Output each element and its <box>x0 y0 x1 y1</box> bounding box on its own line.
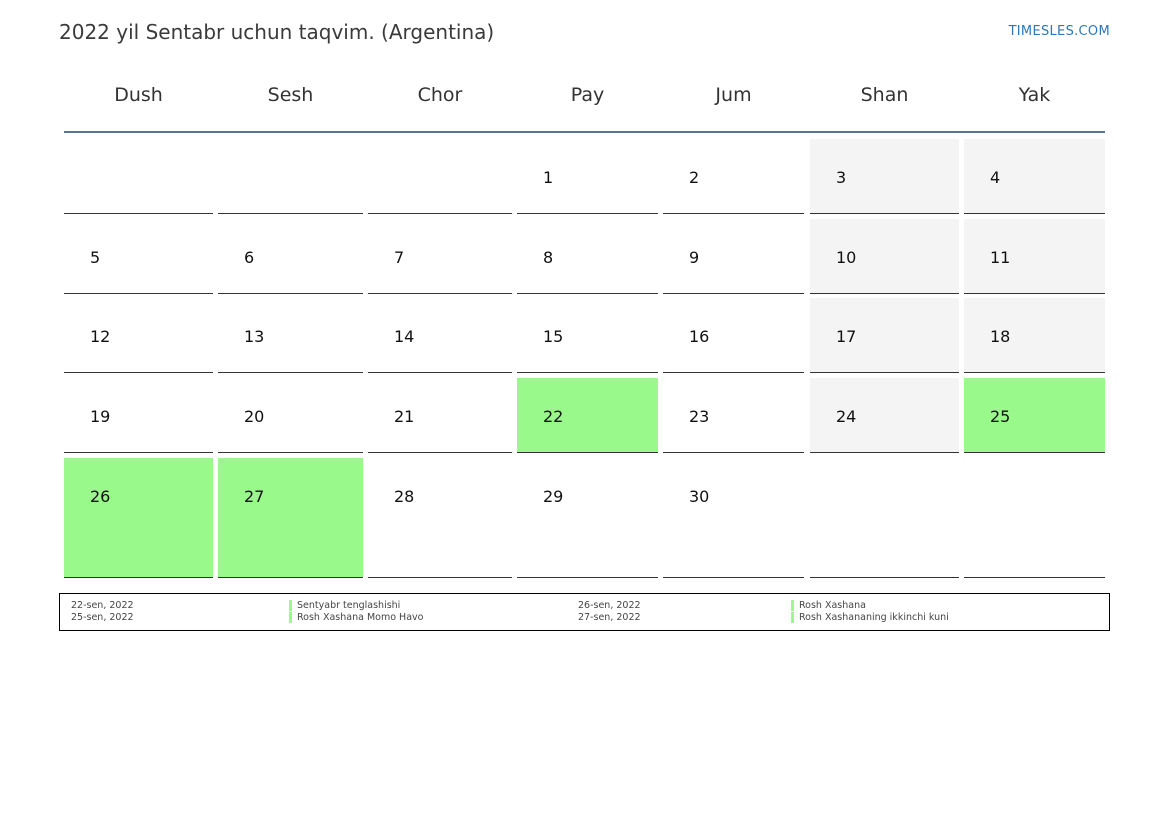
day-number: 30 <box>689 487 710 506</box>
legend-color-marker <box>791 612 794 623</box>
day-number: 29 <box>543 487 564 506</box>
day-number: 24 <box>836 407 857 426</box>
weekday-jum: Jum <box>715 84 752 106</box>
day-number: 26 <box>90 487 111 506</box>
day-number: 15 <box>543 327 564 346</box>
day-cell-9[interactable]: 9 <box>663 219 804 294</box>
empty-day-cell <box>368 139 512 214</box>
weekday-pay: Pay <box>570 84 605 106</box>
holiday-legend: 22-sen, 2022 Sentyabr tenglashishi 25-sen,… <box>59 593 1110 631</box>
day-cell-21[interactable]: 21 <box>368 378 512 453</box>
day-cell-23[interactable]: 23 <box>663 378 804 453</box>
brand-link[interactable]: TIMESLES.COM <box>1009 24 1110 39</box>
day-number: 27 <box>244 487 265 506</box>
weekday-sesh: Sesh <box>267 84 314 106</box>
legend-date: 25-sen, 2022 <box>71 612 134 623</box>
empty-day-cell <box>218 139 363 214</box>
day-cell-10[interactable]: 10 <box>810 219 959 294</box>
day-cell-26[interactable]: 26 <box>64 458 213 578</box>
day-number: 12 <box>90 327 111 346</box>
day-cell-4[interactable]: 4 <box>964 139 1105 214</box>
legend-date: 22-sen, 2022 <box>71 600 134 611</box>
day-number: 10 <box>836 248 857 267</box>
weekday-chor: Chor <box>417 84 463 106</box>
day-cell-13[interactable]: 13 <box>218 298 363 373</box>
day-cell-30[interactable]: 30 <box>663 458 804 578</box>
legend-color-marker <box>289 612 292 623</box>
day-number: 11 <box>990 248 1011 267</box>
day-cell-12[interactable]: 12 <box>64 298 213 373</box>
day-number: 20 <box>244 407 265 426</box>
legend-date: 27-sen, 2022 <box>578 612 641 623</box>
legend-holiday-name: Rosh Xashananing ikkinchi kuni <box>799 612 949 623</box>
day-cell-6[interactable]: 6 <box>218 219 363 294</box>
day-number: 25 <box>990 407 1011 426</box>
day-cell-11[interactable]: 11 <box>964 219 1105 294</box>
day-number: 6 <box>244 248 255 267</box>
day-cell-16[interactable]: 16 <box>663 298 804 373</box>
weekday-dush: Dush <box>114 84 163 106</box>
legend-date: 26-sen, 2022 <box>578 600 641 611</box>
day-number: 4 <box>990 168 1001 187</box>
legend-color-marker <box>791 600 794 611</box>
legend-holiday-name: Sentyabr tenglashishi <box>297 600 401 611</box>
day-cell-7[interactable]: 7 <box>368 219 512 294</box>
day-cell-17[interactable]: 17 <box>810 298 959 373</box>
day-cell-8[interactable]: 8 <box>517 219 658 294</box>
day-number: 19 <box>90 407 111 426</box>
day-number: 17 <box>836 327 857 346</box>
legend-holiday-name: Rosh Xashana Momo Havo <box>297 612 424 623</box>
day-number: 5 <box>90 248 101 267</box>
day-cell-1[interactable]: 1 <box>517 139 658 214</box>
day-cell-2[interactable]: 2 <box>663 139 804 214</box>
day-number: 23 <box>689 407 710 426</box>
day-number: 7 <box>394 248 405 267</box>
day-number: 14 <box>394 327 415 346</box>
day-cell-19[interactable]: 19 <box>64 378 213 453</box>
day-cell-29[interactable]: 29 <box>517 458 658 578</box>
day-number: 13 <box>244 327 265 346</box>
day-number: 22 <box>543 407 564 426</box>
day-cell-25[interactable]: 25 <box>964 378 1105 453</box>
empty-day-cell <box>64 139 213 214</box>
day-number: 21 <box>394 407 415 426</box>
header-divider <box>64 131 1105 133</box>
day-cell-14[interactable]: 14 <box>368 298 512 373</box>
day-number: 18 <box>990 327 1011 346</box>
day-number: 2 <box>689 168 700 187</box>
day-cell-28[interactable]: 28 <box>368 458 512 578</box>
legend-color-marker <box>289 600 292 611</box>
day-cell-24[interactable]: 24 <box>810 378 959 453</box>
day-number: 9 <box>689 248 700 267</box>
weekday-header-row: Dush Sesh Chor Pay Jum Shan Yak <box>64 84 1105 114</box>
empty-day-cell <box>964 458 1105 578</box>
day-cell-18[interactable]: 18 <box>964 298 1105 373</box>
day-cell-5[interactable]: 5 <box>64 219 213 294</box>
legend-holiday-name: Rosh Xashana <box>799 600 866 611</box>
day-number: 16 <box>689 327 710 346</box>
day-cell-15[interactable]: 15 <box>517 298 658 373</box>
day-number: 1 <box>543 168 554 187</box>
day-number: 3 <box>836 168 847 187</box>
empty-day-cell <box>810 458 959 578</box>
day-cell-27[interactable]: 27 <box>218 458 363 578</box>
day-cell-20[interactable]: 20 <box>218 378 363 453</box>
weekday-yak: Yak <box>1018 84 1051 106</box>
weekday-shan: Shan <box>860 84 909 106</box>
day-number: 8 <box>543 248 554 267</box>
page-title: 2022 yil Sentabr uchun taqvim. (Argentin… <box>59 20 495 44</box>
day-cell-3[interactable]: 3 <box>810 139 959 214</box>
day-cell-22[interactable]: 22 <box>517 378 658 453</box>
day-number: 28 <box>394 487 415 506</box>
